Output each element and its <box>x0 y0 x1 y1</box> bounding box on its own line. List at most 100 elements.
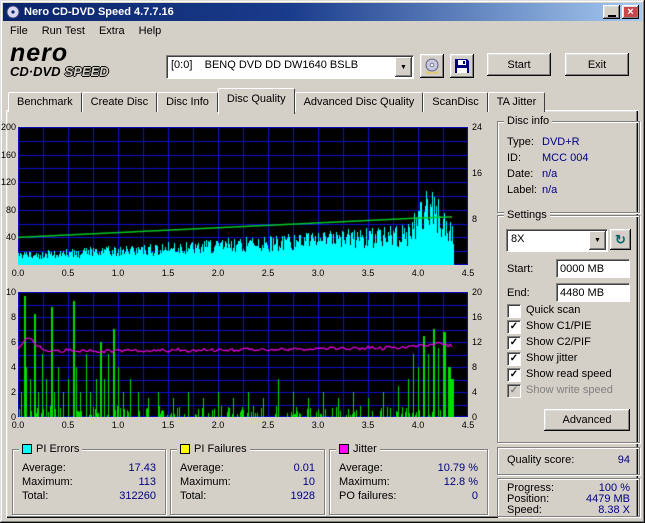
scan-speed-value: 8X <box>511 233 524 245</box>
chart-tick-label: 2.5 <box>255 268 281 278</box>
app-icon <box>6 5 20 19</box>
stat-value: 10 <box>303 476 315 488</box>
end-position-input[interactable] <box>556 283 630 302</box>
tab-disc-info[interactable]: Disc Info <box>157 92 218 112</box>
menu-run-test[interactable]: Run Test <box>35 23 92 39</box>
chart-tick-label: 1.0 <box>105 420 131 430</box>
checkbox-show-c2-pif[interactable]: ✓Show C2/PIF <box>498 336 639 350</box>
chart-tick-label: 16 <box>472 168 492 178</box>
minimize-button[interactable] <box>603 5 620 19</box>
start-position-input[interactable] <box>556 259 630 278</box>
chart-tick-label: 24 <box>472 122 492 132</box>
chevron-down-icon[interactable]: ▼ <box>395 57 412 77</box>
chart-tick-label: 80 <box>1 205 16 215</box>
refresh-button[interactable]: ↻ <box>610 229 631 250</box>
chart-tick-label: 2.0 <box>205 268 231 278</box>
stat-label: Maximum: <box>180 476 231 488</box>
disc-type-label: Type: <box>507 136 534 148</box>
start-position-label: Start: <box>507 263 533 275</box>
title-bar[interactable]: Nero CD-DVD Speed 4.7.7.16 × <box>3 3 642 21</box>
exit-button[interactable]: Exit <box>565 53 629 76</box>
checkbox-box[interactable]: ✓ <box>507 320 521 334</box>
chart-tick-label: 4 <box>472 387 492 397</box>
stat-label: Total: <box>180 490 206 502</box>
checkbox-show-write-speed: ✓ Show write speed <box>498 384 639 398</box>
chart-tick-label: 0.5 <box>55 420 81 430</box>
eject-disc-button[interactable] <box>420 54 444 78</box>
menu-file[interactable]: File <box>3 23 35 39</box>
close-button[interactable]: × <box>622 5 639 19</box>
speed-value: 8.38 X <box>598 504 630 516</box>
stat-value: 1928 <box>291 490 315 502</box>
tab-disc-quality[interactable]: Disc Quality <box>218 88 295 114</box>
jitter-swatch <box>339 444 349 454</box>
checkbox-label: Show read speed <box>526 368 612 380</box>
chart-tick-label: 0.0 <box>5 420 31 430</box>
stat-label: Maximum: <box>22 476 73 488</box>
tab-advanced-disc-quality[interactable]: Advanced Disc Quality <box>295 92 424 112</box>
chart-tick-label: 3.5 <box>355 420 381 430</box>
checkbox-box[interactable]: ✓ <box>507 336 521 350</box>
checkbox-show-c1-pie[interactable]: ✓ Show C1/PIE <box>498 320 639 334</box>
tab-scandisc[interactable]: ScanDisc <box>423 92 487 112</box>
checkbox-box[interactable]: ✓ <box>507 368 521 382</box>
disc-type-value: DVD+R <box>542 136 580 148</box>
scan-speed-selector[interactable]: 8X ▼ <box>506 229 608 252</box>
checkbox-show-read-speed[interactable]: ✓ Show read speed <box>498 368 639 382</box>
quality-score-value: 94 <box>618 454 630 466</box>
checkbox-quick-scan[interactable]: Quick scan <box>498 304 639 318</box>
checkbox-label: Show jitter <box>526 352 577 364</box>
advanced-button[interactable]: Advanced <box>544 409 630 431</box>
checkbox-label: Show C1/PIE <box>526 320 591 332</box>
stat-value: 10.79 % <box>438 462 478 474</box>
chart-tick-label: 2.5 <box>255 420 281 430</box>
chart-tick-label: 3.5 <box>355 268 381 278</box>
stat-label: Average: <box>339 462 383 474</box>
chart-tick-label: 4.0 <box>405 268 431 278</box>
chart-tick-label: 4.5 <box>455 268 481 278</box>
nero-brand-text: nero <box>10 42 162 64</box>
disc-label-label: Label: <box>507 184 537 196</box>
checkbox-label: Quick scan <box>526 304 580 316</box>
tab-benchmark[interactable]: Benchmark <box>8 92 82 112</box>
chart-tick-label: 4.5 <box>455 420 481 430</box>
tab-create-disc[interactable]: Create Disc <box>82 92 157 112</box>
disc-id-label: ID: <box>507 152 521 164</box>
checkbox-box[interactable] <box>507 304 521 318</box>
stat-value: 12.8 % <box>444 476 478 488</box>
stat-value: 0 <box>472 490 478 502</box>
chart-tick-label: 200 <box>1 122 16 132</box>
chart-tick-label: 4 <box>1 362 16 372</box>
chart-tick-label: 0.5 <box>55 268 81 278</box>
jitter-title: Jitter <box>353 443 377 455</box>
disc-hand-icon <box>423 58 441 74</box>
refresh-icon: ↻ <box>615 233 626 246</box>
checkbox-box[interactable]: ✓ <box>507 352 521 366</box>
start-button[interactable]: Start <box>487 53 551 76</box>
checkbox-box: ✓ <box>507 384 521 398</box>
chart-tick-label: 8 <box>472 362 492 372</box>
chart-tick-label: 1.0 <box>105 268 131 278</box>
save-button[interactable] <box>450 54 474 78</box>
chart-tick-label: 160 <box>1 150 16 160</box>
checkbox-label: Show write speed <box>526 384 613 396</box>
tab-strip: Benchmark Create Disc Disc Info Disc Qua… <box>8 91 545 112</box>
chart-tick-label: 2.0 <box>205 420 231 430</box>
pi-failures-stats-box: PI Failures Average:0.01 Maximum:10 Tota… <box>170 449 325 515</box>
chart-tick-label: 2 <box>1 387 16 397</box>
tab-ta-jitter[interactable]: TA Jitter <box>488 92 546 112</box>
speed-label: Speed: <box>507 504 542 516</box>
pi-errors-stats-box: PI Errors Average:17.43 Maximum:113 Tota… <box>12 449 166 515</box>
drive-selector[interactable]: [0:0] BENQ DVD DD DW1640 BSLB ▼ <box>166 55 414 79</box>
jitter-legend: Jitter <box>336 442 380 455</box>
chevron-down-icon[interactable]: ▼ <box>589 231 606 250</box>
checkbox-show-jitter[interactable]: ✓ Show jitter <box>498 352 639 366</box>
menu-help[interactable]: Help <box>132 23 169 39</box>
pi-errors-title: PI Errors <box>36 443 79 455</box>
menu-extra[interactable]: Extra <box>92 23 132 39</box>
chart-tick-label: 10 <box>1 287 16 297</box>
chart-tick-label: 3.0 <box>305 420 331 430</box>
window-title: Nero CD-DVD Speed 4.7.7.16 <box>24 6 601 18</box>
chart-pi-failures-jitter <box>18 292 468 417</box>
floppy-icon <box>454 58 470 74</box>
